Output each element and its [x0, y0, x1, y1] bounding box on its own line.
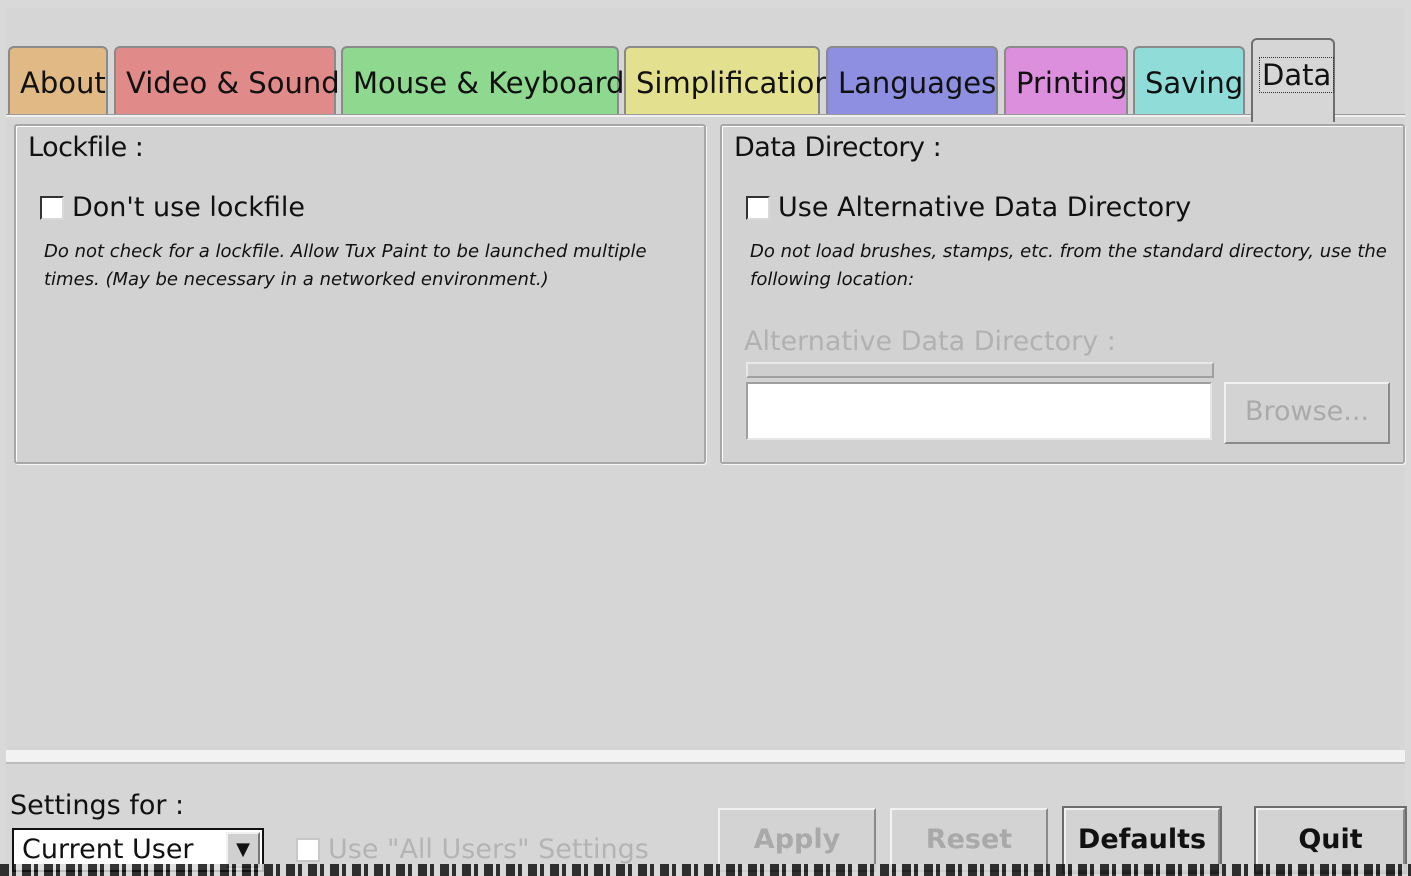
tab-saving[interactable]: Saving — [1133, 46, 1245, 116]
tab-mouse-keyboard[interactable]: Mouse & Keyboard — [341, 46, 624, 116]
use-alt-data-dir-label: Use Alternative Data Directory — [778, 192, 1192, 223]
status-text-garbled — [0, 864, 1411, 876]
tab-label: Saving — [1145, 66, 1244, 100]
tab-data[interactable]: Data — [1251, 38, 1335, 122]
tab-about[interactable]: About — [8, 46, 108, 116]
config-window: About Video & Sound Mouse & Keyboard Sim… — [6, 8, 1407, 876]
dont-use-lockfile-checkbox[interactable]: Don't use lockfile — [40, 192, 305, 223]
tab-label: Video & Sound — [126, 66, 340, 100]
settings-for-value: Current User — [22, 834, 194, 865]
tab-video-sound[interactable]: Video & Sound — [114, 46, 340, 116]
reset-button[interactable]: Reset — [890, 808, 1048, 872]
alt-data-dir-field-label: Alternative Data Directory : — [744, 326, 1116, 357]
tab-label: Mouse & Keyboard — [353, 66, 625, 100]
lockfile-title: Lockfile : — [28, 132, 144, 163]
data-directory-group: Data Directory : Use Alternative Data Di… — [720, 124, 1405, 464]
data-directory-title: Data Directory : — [734, 132, 942, 163]
dont-use-lockfile-label: Don't use lockfile — [72, 192, 306, 223]
tab-label: About — [20, 66, 106, 100]
chevron-down-icon[interactable]: ▼ — [226, 832, 260, 868]
apply-button[interactable]: Apply — [718, 808, 876, 872]
use-all-users-checkbox[interactable]: Use "All Users" Settings — [296, 834, 649, 865]
tab-languages[interactable]: Languages — [826, 46, 998, 116]
tab-bar: About Video & Sound Mouse & Keyboard Sim… — [6, 36, 1405, 122]
checkbox-box[interactable] — [40, 195, 64, 220]
use-alt-data-dir-checkbox[interactable]: Use Alternative Data Directory — [746, 192, 1191, 223]
browse-button[interactable]: Browse... — [1224, 382, 1390, 444]
footer-separator — [6, 750, 1405, 764]
tab-panel-border — [6, 114, 1405, 117]
use-all-users-label: Use "All Users" Settings — [328, 834, 649, 865]
tab-simplification[interactable]: Simplification — [624, 46, 833, 116]
tab-label: Languages — [838, 66, 997, 100]
checkbox-box[interactable] — [296, 837, 320, 862]
lockfile-group: Lockfile : Don't use lockfile Do not che… — [14, 124, 706, 464]
tab-label: Data — [1259, 57, 1335, 93]
data-directory-description: Do not load brushes, stamps, etc. from t… — [750, 241, 1387, 290]
tab-printing[interactable]: Printing — [1004, 46, 1128, 116]
defaults-button[interactable]: Defaults — [1062, 806, 1222, 874]
quit-button[interactable]: Quit — [1254, 806, 1407, 874]
alt-data-dir-input[interactable] — [746, 382, 1212, 440]
lockfile-description: Do not check for a lockfile. Allow Tux P… — [44, 241, 647, 290]
checkbox-box[interactable] — [746, 195, 770, 220]
tab-label: Simplification — [636, 66, 833, 100]
settings-for-label: Settings for : — [10, 790, 185, 821]
alt-data-dir-bar — [746, 362, 1214, 378]
tab-label: Printing — [1016, 66, 1128, 100]
